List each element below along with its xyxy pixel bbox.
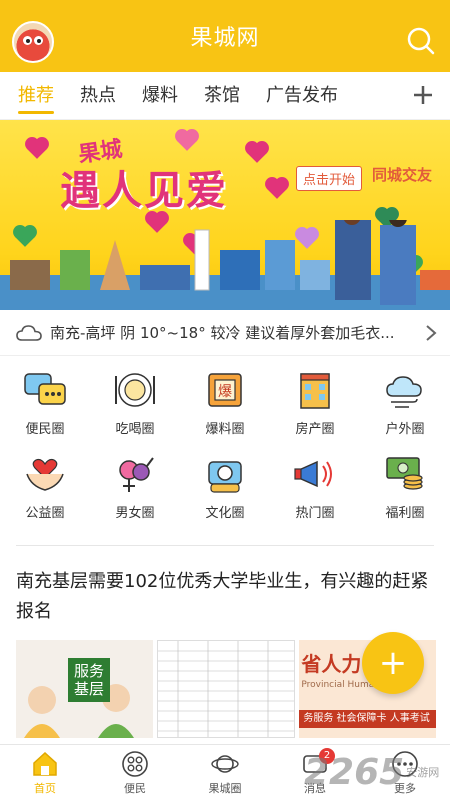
- nav-convenience[interactable]: 便民: [90, 745, 180, 800]
- add-tab-icon[interactable]: [410, 82, 436, 108]
- nav-more[interactable]: 更多: [360, 745, 450, 800]
- nav-guocheng-circle[interactable]: 果城圈: [180, 745, 270, 800]
- heart-icon: [177, 131, 197, 151]
- tab-breaking[interactable]: 爆料: [142, 72, 178, 120]
- category-label: 男女圈: [115, 506, 155, 521]
- thumbnail-badge-text: 服务 基层: [74, 662, 105, 698]
- news-burst-icon: 爆: [208, 373, 242, 407]
- nav-label: 消息: [304, 781, 326, 795]
- category-label: 户外圈: [385, 422, 425, 437]
- avatar-eye-icon: [23, 36, 32, 45]
- avatar-eye-icon: [34, 36, 43, 45]
- planet-icon: [211, 754, 239, 773]
- category-label: 文化圈: [205, 506, 245, 521]
- app-title: 果城网: [190, 26, 260, 51]
- gender-icon: [119, 457, 154, 492]
- dining-plate-icon: [115, 373, 155, 407]
- tab-hot[interactable]: 热点: [80, 72, 116, 120]
- camera-scroll-icon: [208, 461, 242, 493]
- bottom-navigation: 首页 便民 果城圈 2 消息 更多: [0, 744, 450, 800]
- article-title[interactable]: 南充基层需要102位优秀大学毕业生，有兴趣的赶紧报名: [16, 567, 436, 627]
- category-label: 房产圈: [295, 422, 335, 437]
- thumbnail-heading: 省人力: [301, 652, 362, 676]
- category-item-outdoor[interactable]: 户外圈: [360, 362, 450, 442]
- heart-icon: [267, 179, 287, 199]
- banner-subtitle: 同城交友: [372, 166, 433, 184]
- thumbnail-badge: 服务 基层: [68, 658, 111, 702]
- add-post-button[interactable]: +: [362, 632, 424, 694]
- building-icon: [300, 373, 330, 409]
- thumbnail-menu-bar: 务服务 社会保障卡 人事考试: [299, 710, 437, 728]
- money-icon: [386, 457, 423, 490]
- category-item-welfare[interactable]: 福利圈: [360, 446, 450, 526]
- category-item-food[interactable]: 吃喝圈: [90, 362, 180, 442]
- category-label: 公益圈: [25, 506, 65, 521]
- nav-label: 更多: [394, 781, 416, 795]
- category-label: 热门圈: [295, 506, 335, 521]
- heart-icon: [247, 143, 267, 163]
- wind-cloud-icon: [386, 376, 422, 408]
- category-item-property[interactable]: 房产圈: [270, 362, 360, 442]
- nav-label: 首页: [34, 781, 56, 795]
- article-thumbnail: [156, 640, 296, 738]
- category-item-hot[interactable]: 热门圈: [270, 446, 360, 526]
- user-avatar[interactable]: [12, 21, 54, 63]
- tab-ad-publish[interactable]: 广告发布: [266, 72, 338, 120]
- promo-banner[interactable]: 果城 遇人见爱 点击开始 同城交友: [0, 120, 450, 310]
- tab-teahouse[interactable]: 茶馆: [204, 72, 240, 120]
- category-label: 便民圈: [25, 422, 65, 437]
- banner-title-large: 遇人见爱: [60, 168, 228, 214]
- nav-label: 便民: [124, 781, 146, 795]
- article-thumbnail: 服务 基层: [16, 640, 153, 738]
- banner-start-button[interactable]: 点击开始: [296, 166, 363, 191]
- category-item-culture[interactable]: 文化圈: [180, 446, 270, 526]
- nav-home[interactable]: 首页: [0, 745, 90, 800]
- heart-icon: [27, 139, 47, 159]
- category-item-dating[interactable]: 男女圈: [90, 446, 180, 526]
- category-item-charity[interactable]: 公益圈: [0, 446, 90, 526]
- search-icon[interactable]: [406, 26, 436, 56]
- nav-label: 果城圈: [208, 781, 242, 795]
- category-item-breaking[interactable]: 爆 爆料圈: [180, 362, 270, 442]
- chat-bubbles-icon: [24, 373, 66, 405]
- weather-text: 南充-高坪 阴 10°~18° 较冷 建议着厚外套加毛衣...: [50, 324, 395, 342]
- chevron-right-icon[interactable]: [424, 324, 438, 342]
- category-grid: 便民圈 吃喝圈 爆 爆料圈 房产圈 户外圈 公益圈 男女圈 文化圈 热门圈 福利…: [0, 362, 450, 526]
- app-root: 果城网 推荐 热点 爆料 茶馆 广告发布 果城 遇人见爱 点击开始 同城交友 南…: [0, 0, 450, 800]
- tab-recommend[interactable]: 推荐: [18, 72, 54, 120]
- megaphone-icon: [294, 460, 332, 488]
- section-divider: [16, 545, 434, 546]
- weather-bar[interactable]: 南充-高坪 阴 10°~18° 较冷 建议着厚外套加毛衣...: [0, 310, 450, 356]
- category-label: 吃喝圈: [115, 422, 155, 437]
- heart-hands-icon: [26, 458, 64, 491]
- category-item-convenience[interactable]: 便民圈: [0, 362, 90, 442]
- svg-text:爆: 爆: [218, 384, 232, 400]
- city-skyline-illustration: [0, 220, 450, 310]
- category-label: 福利圈: [385, 506, 425, 521]
- nav-messages[interactable]: 2 消息: [270, 745, 360, 800]
- more-icon: [392, 750, 418, 777]
- home-icon: [33, 751, 57, 776]
- category-tabs: 推荐 热点 爆料 茶馆 广告发布: [0, 72, 450, 120]
- grid-icon: [122, 750, 148, 777]
- cloud-icon: [16, 324, 42, 341]
- category-label: 爆料圈: [205, 422, 245, 437]
- unread-badge: 2: [319, 748, 335, 764]
- spreadsheet-illustration: [157, 641, 295, 737]
- top-app-bar: 果城网: [0, 0, 450, 72]
